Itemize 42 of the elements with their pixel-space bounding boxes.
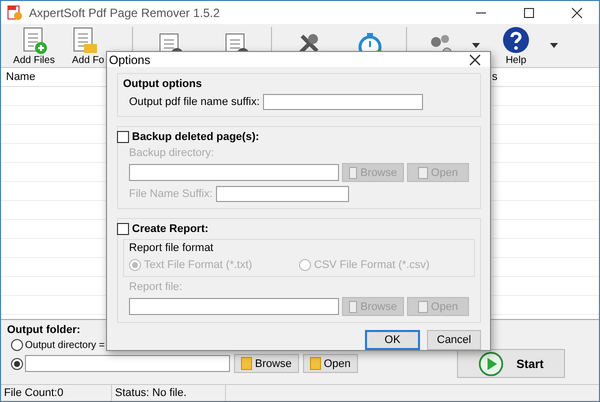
backup-suffix-field[interactable] <box>216 186 349 202</box>
status-text: File Count:0 <box>1 385 112 401</box>
open-button[interactable]: Open <box>302 354 358 373</box>
close-icon[interactable] <box>469 54 481 66</box>
cancel-button[interactable]: Cancel <box>427 330 481 350</box>
close-icon[interactable] <box>571 6 583 18</box>
report-file-field[interactable] <box>129 298 339 315</box>
maximize-icon[interactable] <box>523 6 535 18</box>
toolbar-button[interactable]: Add Files <box>5 23 63 68</box>
radio-label: CSV File Format (*.csv) <box>314 259 430 271</box>
radio-button[interactable] <box>129 259 141 271</box>
checkbox[interactable] <box>117 131 129 143</box>
backup-directory-field[interactable] <box>129 164 339 181</box>
checkbox-label[interactable]: Backup deleted page(s): <box>132 131 260 143</box>
window-title: AxpertSoft Pdf Page Remover 1.5.2 <box>29 6 220 20</box>
field-label: Backup directory: <box>129 147 215 159</box>
field-label: File Name Suffix: <box>129 188 213 200</box>
section-title: Output folder: <box>7 324 82 336</box>
output-folder-field[interactable] <box>25 355 230 372</box>
group-title: Output options <box>123 78 203 90</box>
help-icon <box>501 25 531 55</box>
checkbox-label[interactable]: Create Report: <box>132 223 208 235</box>
status-text: Status: No file. <box>112 385 226 401</box>
radio-button[interactable] <box>11 339 23 351</box>
checkbox[interactable] <box>117 223 129 235</box>
dropdown-caret-icon[interactable] <box>550 43 558 48</box>
suffix-field[interactable] <box>262 94 423 110</box>
radio-label: Text File Format (*.txt) <box>144 259 252 271</box>
toolbar-button[interactable]: Add Fo <box>63 23 105 68</box>
field-label: Output pdf file name suffix: <box>129 96 260 108</box>
dropdown-caret-icon[interactable] <box>472 43 480 48</box>
radio-button[interactable] <box>11 358 23 370</box>
start-button[interactable]: Start <box>457 349 565 378</box>
group-title: Report file format <box>129 242 214 254</box>
browse-button[interactable]: Browse <box>234 354 299 373</box>
app-icon <box>7 4 23 20</box>
field-label: Report file: <box>129 281 184 293</box>
dialog-title: Options <box>109 52 150 66</box>
toolbar-button[interactable]: Help <box>484 23 548 68</box>
radio-label: Output directory = <box>25 340 105 350</box>
ok-button[interactable]: OK <box>365 330 420 350</box>
radio-button[interactable] <box>299 259 311 271</box>
